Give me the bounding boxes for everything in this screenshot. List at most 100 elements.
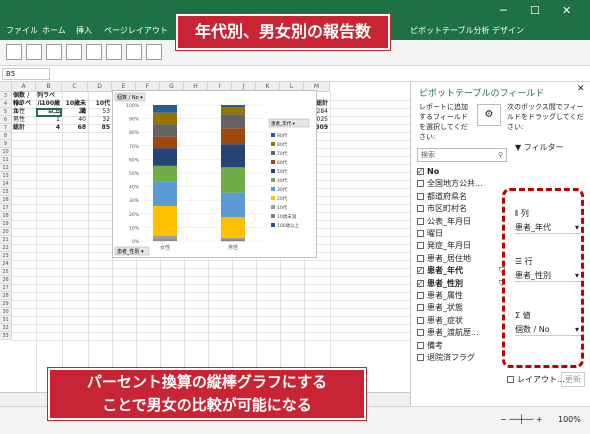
field-checkbox[interactable] [417,254,424,262]
field-item[interactable]: 患者_性別 ⛉ [417,278,505,290]
tab-design[interactable]: デザイン [492,25,524,36]
field-item[interactable]: 患者_症状 [417,315,463,327]
pivot-cell[interactable]: 列ラベル [37,92,60,107]
row-header[interactable]: 19 [0,220,12,228]
tab-insert[interactable]: 挿入 [76,25,92,36]
field-item[interactable]: No [417,166,439,178]
row-header[interactable]: 29 [0,300,12,308]
field-checkbox[interactable] [417,192,424,200]
row-header[interactable]: 11 [0,156,12,164]
tab-file[interactable]: ファイル [6,25,38,36]
name-box[interactable]: B5 [2,68,50,80]
row-header[interactable]: 4 [0,100,12,108]
field-checkbox[interactable] [417,265,424,277]
row-header[interactable]: 30 [0,308,12,316]
pivot-cell[interactable]: 40 [63,116,86,124]
row-header[interactable]: 10 [0,148,12,156]
row-header[interactable]: 24 [0,260,12,268]
field-item[interactable]: 患者_居住地 [417,253,471,265]
ribbon-button[interactable] [46,44,62,60]
select-all-corner[interactable] [0,82,12,92]
gear-icon[interactable]: ⚙ [477,104,501,126]
update-button[interactable]: 更新 [561,372,585,387]
field-checkbox[interactable] [417,292,424,299]
row-header[interactable]: 8 [0,132,12,140]
column-header[interactable]: B [36,82,62,92]
pivot-cell[interactable]: 1 [37,116,60,124]
row-header[interactable]: 18 [0,212,12,220]
row-header[interactable]: 21 [0,236,12,244]
row-header[interactable]: 5 [0,108,12,116]
pivot-cell[interactable]: 4 [37,124,60,132]
close-icon[interactable]: ✕ [562,4,571,17]
ribbon-button[interactable] [126,44,142,60]
pivot-cell[interactable]: 男性 [13,116,34,124]
pivot-cell[interactable]: 女性 [13,108,34,116]
pivot-cell[interactable]: 28 [63,108,86,116]
zoom-level[interactable]: 100% [558,415,581,424]
field-item[interactable]: 発症_年月日 [417,240,471,252]
row-header[interactable]: 16 [0,196,12,204]
field-item[interactable]: 都道府県名 [417,191,467,203]
row-header[interactable]: 20 [0,228,12,236]
ribbon-button[interactable] [146,44,162,60]
row-header[interactable]: 7 [0,124,12,132]
pivot-cell[interactable]: 100歳以上 [37,100,60,115]
field-checkbox[interactable] [417,329,424,337]
field-item[interactable]: 退院済フラグ [417,352,475,364]
field-item[interactable]: 市区町村名 [417,203,467,215]
close-icon[interactable]: ✕ [577,84,585,94]
row-header[interactable]: 13 [0,172,12,180]
row-header[interactable]: 33 [0,332,12,340]
row-header[interactable]: 6 [0,116,12,124]
row-header[interactable]: 9 [0,140,12,148]
row-header[interactable]: 31 [0,316,12,324]
field-item[interactable]: 患者_属性 [417,290,463,302]
maximize-icon[interactable]: ☐ [530,4,540,17]
tab-home[interactable]: ホーム [42,25,66,36]
column-header[interactable]: D [88,82,112,92]
column-header[interactable]: C [62,82,88,92]
pivot-cell[interactable]: 個数 / No [13,92,34,107]
field-checkbox[interactable] [417,341,424,349]
row-header[interactable]: 12 [0,164,12,172]
field-item[interactable]: 患者_状態 [417,302,463,314]
row-header[interactable]: 28 [0,292,12,300]
zoom-slider[interactable]: − ──┼── + [500,415,543,424]
tab-page-layout[interactable]: ページレイアウト [104,25,168,36]
field-checkbox[interactable] [417,166,424,178]
field-checkbox[interactable] [417,304,424,312]
field-checkbox[interactable] [417,230,424,237]
field-item[interactable]: 全国地方公共... [417,178,483,190]
ribbon-button[interactable] [6,44,22,60]
row-header[interactable]: 27 [0,284,12,292]
defer-update-checkbox[interactable]: レイアウト... [507,374,565,385]
filter-area[interactable]: ▼ フィルター [511,142,585,172]
ribbon-button[interactable] [106,44,122,60]
row-header[interactable]: 15 [0,188,12,196]
pivot-chart[interactable]: 個数 / No ▾ 100% 90% 80% 70% 60% 50% 40% 30% 20% 10%… [112,90,317,258]
pivot-cell[interactable]: 行ラベル [13,100,34,115]
row-header[interactable]: 25 [0,268,12,276]
field-item[interactable]: 患者_渡航歴... [417,327,479,339]
field-item[interactable]: 曜日 [417,228,443,240]
field-checkbox[interactable] [417,242,424,250]
row-header[interactable]: 17 [0,204,12,212]
field-checkbox[interactable] [417,205,424,213]
row-header[interactable]: 26 [0,276,12,284]
ribbon-button[interactable] [26,44,42,60]
field-item[interactable]: 備考 [417,340,443,352]
pivot-cell[interactable]: 10歳未満 [63,100,86,115]
pivot-cell[interactable]: 68 [63,124,86,132]
column-header[interactable]: A [12,82,36,92]
field-checkbox[interactable] [417,217,424,225]
tab-pivot-analyze[interactable]: ピボットテーブル分析 [410,25,490,36]
pivot-cell[interactable]: 85 [89,124,110,132]
field-search-input[interactable]: 検索 [421,151,435,159]
row-header[interactable]: 3 [0,92,12,100]
row-header[interactable]: 14 [0,180,12,188]
field-item[interactable]: 患者_年代 ⛉ [417,265,505,277]
field-checkbox[interactable] [417,354,424,361]
pivot-cell[interactable]: 10代 [89,100,110,108]
pivot-cell[interactable]: 32 [89,116,110,124]
